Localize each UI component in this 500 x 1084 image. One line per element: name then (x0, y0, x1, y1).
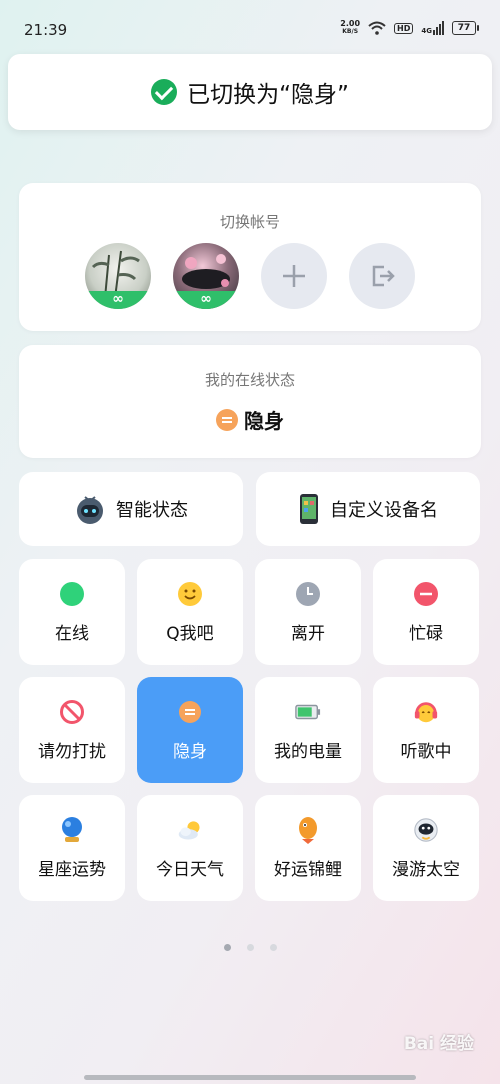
status-tile-space[interactable]: 漫游太空 (373, 795, 479, 901)
status-tile-busy[interactable]: 忙碌 (373, 559, 479, 665)
status-tile-battery[interactable]: 我的电量 (255, 677, 361, 783)
status-toast: 已切换为“隐身” (8, 54, 492, 130)
status-tile-invisible[interactable]: 隐身 (137, 677, 243, 783)
tile-label: Q我吧 (166, 623, 214, 644)
current-status: 隐身 (19, 405, 481, 434)
account-list: ∞ ∞ (19, 243, 481, 309)
status-tile-q-me[interactable]: Q我吧 (137, 559, 243, 665)
smile-face-icon (177, 581, 203, 607)
avatar-badge: ∞ (173, 291, 239, 309)
account-avatar-2[interactable]: ∞ (173, 243, 239, 309)
no-entry-icon (59, 699, 85, 725)
custom-device-label: 自定义设备名 (330, 500, 438, 521)
status-tile-listening[interactable]: 听歌中 (373, 677, 479, 783)
check-icon (151, 79, 178, 105)
battery-icon (295, 699, 321, 725)
page-indicator (0, 944, 500, 951)
status-time: 21:39 (24, 21, 68, 39)
green-dot-icon (59, 581, 85, 607)
status-tile-weather[interactable]: 今日天气 (137, 795, 243, 901)
network-speed: 2.00 KB/S (340, 19, 361, 36)
avatar-badge: ∞ (85, 291, 151, 309)
logout-button[interactable] (349, 243, 415, 309)
plus-icon (283, 265, 305, 287)
tile-label: 星座运势 (38, 859, 106, 880)
tile-label: 离开 (291, 623, 325, 644)
page-dot[interactable] (246, 944, 254, 951)
tile-label: 在线 (55, 623, 89, 644)
smart-status-label: 智能状态 (116, 500, 188, 521)
koi-icon (295, 816, 321, 844)
status-tile-horoscope[interactable]: 星座运势 (19, 795, 125, 901)
online-status-card: 我的在线状态 隐身 (19, 345, 481, 458)
add-account-button[interactable] (261, 243, 327, 309)
phone-icon (300, 494, 318, 524)
astronaut-icon (413, 817, 439, 843)
status-tile-lucky-koi[interactable]: 好运锦鲤 (255, 795, 361, 901)
toast-text: 已切换为“隐身” (187, 82, 349, 108)
online-status-title: 我的在线状态 (204, 371, 295, 389)
watermark: Bai 经验 (403, 1034, 474, 1054)
status-tile-away[interactable]: 离开 (255, 559, 361, 665)
status-tile-online[interactable]: 在线 (19, 559, 125, 665)
headphones-icon (413, 699, 439, 725)
custom-device-button[interactable]: 自定义设备名 (256, 472, 480, 546)
weather-icon (177, 817, 203, 843)
crystal-ball-icon (59, 816, 85, 843)
smart-status-button[interactable]: 智能状态 (19, 472, 243, 546)
wifi-icon (368, 21, 386, 35)
page-dot[interactable] (269, 944, 277, 951)
page-dot[interactable] (223, 944, 231, 951)
signal-icon: 4G (421, 21, 444, 35)
tile-label: 听歌中 (400, 741, 452, 762)
current-status-label: 隐身 (244, 409, 284, 433)
tile-label: 今日天气 (156, 859, 224, 880)
tile-label: 忙碌 (409, 623, 443, 644)
status-bar: 21:39 2.00 KB/S HD 4G 77 (0, 0, 500, 54)
tile-label: 请勿打扰 (38, 741, 106, 762)
logout-icon (372, 265, 395, 287)
tile-label: 隐身 (173, 741, 207, 762)
tile-label: 我的电量 (274, 741, 342, 762)
robot-icon (77, 496, 103, 524)
hd-badge: HD (394, 22, 414, 34)
battery-icon: 77 (452, 21, 479, 35)
home-indicator[interactable] (84, 1075, 416, 1080)
switch-account-title: 切换帐号 (219, 213, 280, 231)
tile-label: 好运锦鲤 (274, 859, 342, 880)
status-icons: 2.00 KB/S HD 4G 77 (340, 19, 479, 36)
invisible-icon (177, 699, 203, 725)
minus-circle-icon (413, 581, 439, 607)
switch-account-card: 切换帐号 ∞ ∞ (19, 183, 481, 331)
clock-icon (295, 581, 321, 607)
account-avatar-1[interactable]: ∞ (85, 243, 151, 309)
tile-label: 漫游太空 (392, 859, 460, 880)
invisible-icon (216, 408, 238, 431)
status-tile-do-not-disturb[interactable]: 请勿打扰 (19, 677, 125, 783)
